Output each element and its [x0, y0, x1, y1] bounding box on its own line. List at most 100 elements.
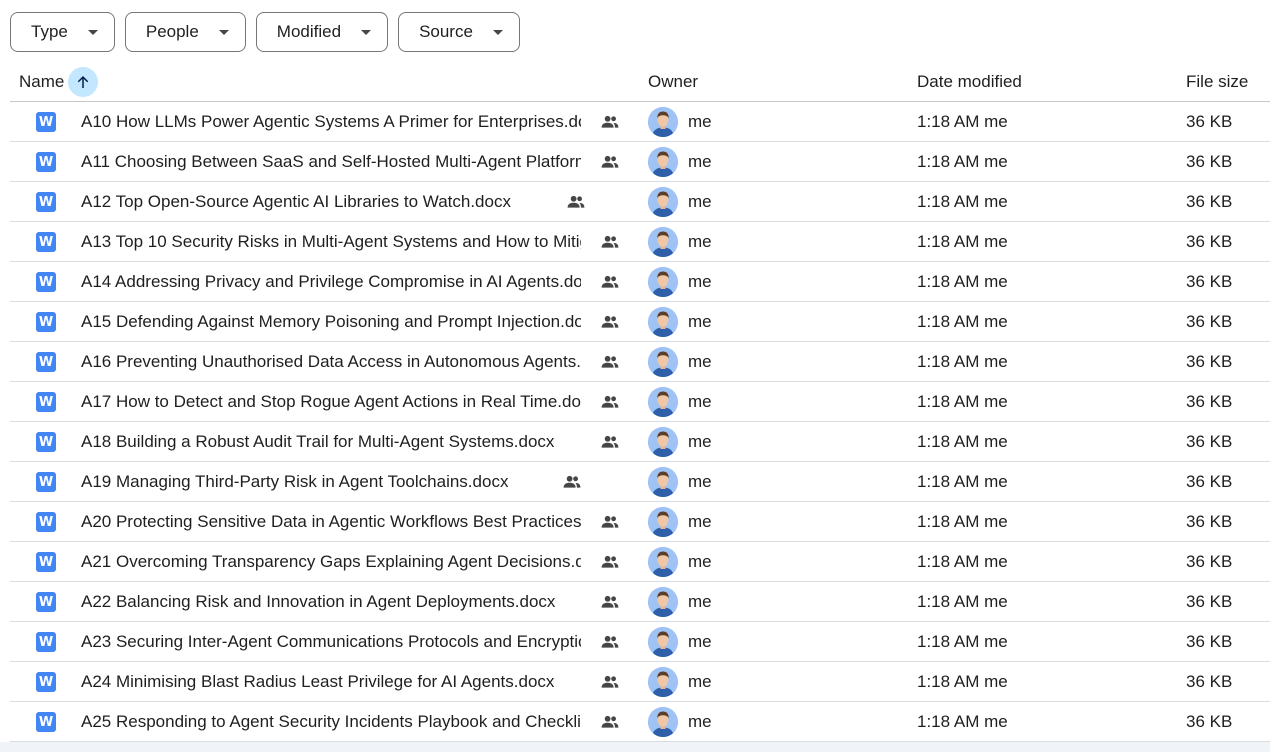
- file-name[interactable]: A11 Choosing Between SaaS and Self-Hoste…: [81, 142, 581, 181]
- owner-name: me: [688, 311, 712, 331]
- file-row[interactable]: W A11 Choosing Between SaaS and Self-Host…: [10, 142, 1270, 182]
- file-size: 36 KB: [1186, 311, 1233, 331]
- date-modified: 1:18 AM me: [917, 631, 1008, 651]
- word-doc-icon: W: [36, 352, 56, 372]
- shared-people-icon: [601, 115, 619, 128]
- word-doc-icon: W: [36, 232, 56, 252]
- owner-name: me: [688, 271, 712, 291]
- column-header-date-modified[interactable]: Date modified: [917, 62, 1022, 102]
- date-modified: 1:18 AM me: [917, 511, 1008, 531]
- filter-modified-label: Modified: [276, 22, 342, 41]
- file-name[interactable]: A19 Managing Third-Party Risk in Agent T…: [81, 462, 508, 501]
- file-row[interactable]: W A18 Building a Robust Audit Trail for M…: [10, 422, 1270, 462]
- filter-bar: Type People Modified Source: [10, 12, 520, 52]
- word-doc-icon: W: [36, 672, 56, 692]
- file-name[interactable]: A23 Securing Inter-Agent Communications …: [81, 622, 581, 661]
- owner-avatar: [648, 427, 678, 457]
- file-row[interactable]: W A17 How to Detect and Stop Rogue Agent …: [10, 382, 1270, 422]
- avatar-image: [648, 427, 678, 457]
- filter-people-button[interactable]: People: [124, 12, 246, 52]
- owner-name: me: [688, 591, 712, 611]
- column-header-file-size[interactable]: File size: [1186, 62, 1248, 102]
- file-name[interactable]: A22 Balancing Risk and Innovation in Age…: [81, 582, 555, 621]
- word-doc-icon: W: [36, 552, 56, 572]
- file-row[interactable]: W A12 Top Open-Source Agentic AI Librarie…: [10, 182, 1270, 222]
- file-row[interactable]: W A16 Preventing Unauthorised Data Access…: [10, 342, 1270, 382]
- file-name[interactable]: A14 Addressing Privacy and Privilege Com…: [81, 262, 581, 301]
- file-name[interactable]: A17 How to Detect and Stop Rogue Agent A…: [81, 382, 581, 421]
- avatar-image: [648, 387, 678, 417]
- file-name[interactable]: A10 How LLMs Power Agentic Systems A Pri…: [81, 102, 581, 141]
- column-header-name[interactable]: Name: [19, 62, 99, 102]
- file-size: 36 KB: [1186, 671, 1233, 691]
- file-size: 36 KB: [1186, 551, 1233, 571]
- owner-avatar: [648, 627, 678, 657]
- file-name[interactable]: A13 Top 10 Security Risks in Multi-Agent…: [81, 222, 581, 261]
- file-row[interactable]: W A25 Responding to Agent Security Incide…: [10, 702, 1270, 742]
- column-header-owner[interactable]: Owner: [648, 62, 698, 102]
- file-name[interactable]: A15 Defending Against Memory Poisoning a…: [81, 302, 581, 341]
- owner-name: me: [688, 111, 712, 131]
- shared-people-icon: [601, 315, 619, 328]
- shared-people-icon: [601, 275, 619, 288]
- file-size: 36 KB: [1186, 711, 1233, 731]
- word-doc-icon: W: [36, 712, 56, 732]
- owner-name: me: [688, 431, 712, 451]
- word-doc-icon: W: [36, 392, 56, 412]
- file-name[interactable]: A20 Protecting Sensitive Data in Agentic…: [81, 502, 581, 541]
- file-row[interactable]: W A14 Addressing Privacy and Privilege Co…: [10, 262, 1270, 302]
- shared-people-icon: [601, 515, 619, 528]
- filter-modified-button[interactable]: Modified: [255, 12, 389, 52]
- shared-people-icon: [601, 235, 619, 248]
- owner-name: me: [688, 191, 712, 211]
- owner-name: me: [688, 631, 712, 651]
- file-name[interactable]: A24 Minimising Blast Radius Least Privil…: [81, 662, 554, 701]
- owner-avatar: [648, 307, 678, 337]
- owner-avatar: [648, 187, 678, 217]
- chevron-down-icon: [218, 29, 229, 35]
- file-name[interactable]: A18 Building a Robust Audit Trail for Mu…: [81, 422, 554, 461]
- shared-people-icon: [567, 195, 585, 208]
- owner-name: me: [688, 231, 712, 251]
- date-modified: 1:18 AM me: [917, 551, 1008, 571]
- list-footer-band: [0, 742, 1270, 752]
- filter-source-button[interactable]: Source: [398, 12, 520, 52]
- file-row[interactable]: W A24 Minimising Blast Radius Least Privi…: [10, 662, 1270, 702]
- file-row[interactable]: W A20 Protecting Sensitive Data in Agenti…: [10, 502, 1270, 542]
- file-row[interactable]: W A23 Securing Inter-Agent Communications…: [10, 622, 1270, 662]
- date-modified: 1:18 AM me: [917, 351, 1008, 371]
- file-row[interactable]: W A15 Defending Against Memory Poisoning …: [10, 302, 1270, 342]
- avatar-image: [648, 307, 678, 337]
- file-row[interactable]: W A13 Top 10 Security Risks in Multi-Agen…: [10, 222, 1270, 262]
- file-name[interactable]: A25 Responding to Agent Security Inciden…: [81, 702, 581, 741]
- owner-avatar: [648, 587, 678, 617]
- file-size: 36 KB: [1186, 591, 1233, 611]
- filter-type-button[interactable]: Type: [10, 12, 115, 52]
- file-row[interactable]: W A19 Managing Third-Party Risk in Agent …: [10, 462, 1270, 502]
- word-doc-icon: W: [36, 272, 56, 292]
- file-row[interactable]: W A22 Balancing Risk and Innovation in Ag…: [10, 582, 1270, 622]
- shared-people-icon: [563, 475, 581, 488]
- owner-name: me: [688, 391, 712, 411]
- sort-direction-button[interactable]: [68, 67, 99, 97]
- file-name[interactable]: A16 Preventing Unauthorised Data Access …: [81, 342, 581, 381]
- date-modified: 1:18 AM me: [917, 311, 1008, 331]
- file-size: 36 KB: [1186, 471, 1233, 491]
- date-modified: 1:18 AM me: [917, 471, 1008, 491]
- owner-avatar: [648, 347, 678, 377]
- file-row[interactable]: W A21 Overcoming Transparency Gaps Explai…: [10, 542, 1270, 582]
- avatar-image: [648, 187, 678, 217]
- file-size: 36 KB: [1186, 151, 1233, 171]
- owner-avatar: [648, 267, 678, 297]
- avatar-image: [648, 667, 678, 697]
- owner-avatar: [648, 227, 678, 257]
- file-row[interactable]: W A10 How LLMs Power Agentic Systems A Pr…: [10, 102, 1270, 142]
- file-list: W A10 How LLMs Power Agentic Systems A Pr…: [10, 102, 1270, 742]
- owner-avatar: [648, 547, 678, 577]
- file-name[interactable]: A21 Overcoming Transparency Gaps Explain…: [81, 542, 581, 581]
- shared-people-icon: [601, 155, 619, 168]
- file-size: 36 KB: [1186, 231, 1233, 251]
- file-name[interactable]: A12 Top Open-Source Agentic AI Libraries…: [81, 182, 511, 221]
- date-modified: 1:18 AM me: [917, 271, 1008, 291]
- avatar-image: [648, 627, 678, 657]
